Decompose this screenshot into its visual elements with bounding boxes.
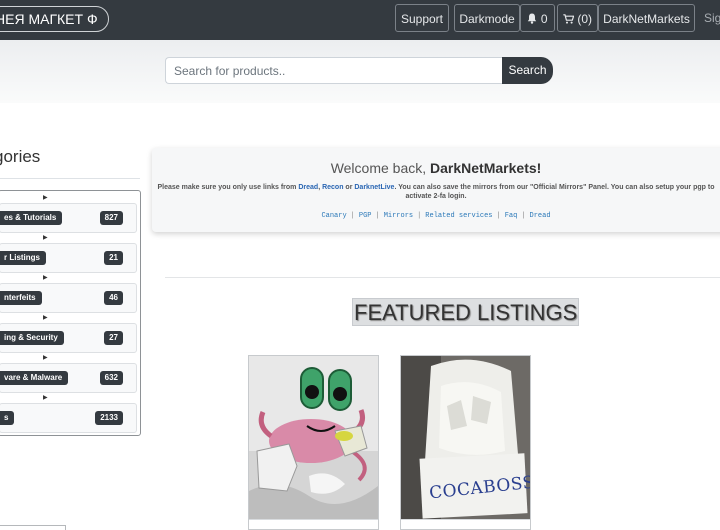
- category-count-badge: 2133: [95, 411, 123, 425]
- crab-cartoon-image[interactable]: [249, 356, 378, 519]
- listing-card[interactable]: COCABOSS: [400, 355, 531, 530]
- dread-link[interactable]: Dread: [298, 184, 318, 191]
- cart-count: (0): [577, 12, 592, 26]
- expand-arrow-icon[interactable]: ▶: [43, 234, 48, 241]
- welcome-username: DarkNetMarkets!: [430, 160, 542, 176]
- category-label: es & Tutorials: [0, 211, 63, 225]
- account-button[interactable]: DarkNetMarkets: [598, 4, 695, 32]
- notice-suffix: . You can also save the mirrors from our…: [394, 184, 715, 200]
- bell-icon: [528, 13, 537, 24]
- category-item[interactable]: s 2133: [0, 403, 137, 433]
- category-label: ing & Security: [0, 331, 64, 345]
- category-count-badge: 21: [104, 251, 123, 265]
- darkmode-button[interactable]: Darkmode: [454, 4, 520, 32]
- link-separator: |: [417, 212, 422, 220]
- listing-card-footer: [249, 519, 378, 529]
- darknetlive-link[interactable]: DarknetLive: [354, 184, 394, 191]
- expand-arrow-icon[interactable]: ▶: [43, 394, 48, 401]
- faq-link[interactable]: Faq: [505, 212, 518, 220]
- search-input[interactable]: [165, 57, 502, 84]
- listing-card[interactable]: [248, 355, 379, 530]
- category-item[interactable]: nterfeits 46: [0, 283, 137, 313]
- categories-panel: ▶ es & Tutorials 827 ▶ r Listings 21 ▶ n…: [0, 190, 141, 436]
- section-divider: [165, 277, 720, 278]
- notice-prefix: Please make sure you only use links from: [157, 184, 299, 191]
- quick-links: Canary | PGP | Mirrors | Related services | Faq |…: [152, 212, 720, 220]
- cart-button[interactable]: (0): [557, 4, 598, 32]
- notice-separator: or: [343, 184, 355, 191]
- expand-arrow-icon[interactable]: ▶: [43, 354, 48, 361]
- expand-arrow-icon[interactable]: ▶: [43, 314, 48, 321]
- category-count-badge: 632: [99, 371, 123, 385]
- top-navbar: НЕЯ МАГКЕТ Ф Support Darkmode 0 (0) Dark…: [0, 0, 720, 40]
- category-label: nterfeits: [0, 291, 42, 305]
- related-services-link[interactable]: Related services: [425, 212, 492, 220]
- categories-heading: gories: [0, 147, 41, 166]
- category-label: s: [0, 411, 15, 425]
- welcome-message: Welcome back, DarkNetMarkets!: [152, 160, 720, 176]
- recon-link[interactable]: Recon: [322, 184, 343, 191]
- brand-logo[interactable]: НЕЯ МАГКЕТ Ф: [0, 6, 109, 32]
- category-count-badge: 27: [104, 331, 123, 345]
- support-button[interactable]: Support: [395, 4, 449, 32]
- category-item[interactable]: r Listings 21: [0, 243, 137, 273]
- category-label: vare & Malware: [0, 371, 69, 385]
- canary-link[interactable]: Canary: [321, 212, 346, 220]
- expand-arrow-icon[interactable]: ▶: [43, 274, 48, 281]
- bottom-tab[interactable]: [0, 525, 66, 530]
- category-count-badge: 827: [99, 211, 123, 225]
- category-item[interactable]: ing & Security 27: [0, 323, 137, 353]
- featured-listings-heading: FEATURED LISTINGS: [352, 298, 580, 326]
- link-separator: |: [375, 212, 380, 220]
- link-separator: |: [521, 212, 526, 220]
- expand-arrow-icon[interactable]: ▶: [43, 194, 48, 201]
- signout-link[interactable]: Sig: [704, 4, 720, 32]
- pgp-link[interactable]: PGP: [359, 212, 372, 220]
- categories-divider: [0, 178, 140, 179]
- link-separator: |: [350, 212, 355, 220]
- welcome-panel: Welcome back, DarkNetMarkets! Please mak…: [152, 148, 720, 232]
- cart-icon: [563, 14, 575, 24]
- notification-count: 0: [540, 12, 548, 26]
- listing-card-footer: [401, 519, 530, 529]
- dread-forum-link[interactable]: Dread: [530, 212, 551, 220]
- link-separator: |: [496, 212, 501, 220]
- notifications-button[interactable]: 0: [520, 4, 555, 32]
- category-item[interactable]: vare & Malware 632: [0, 363, 137, 393]
- welcome-greeting: Welcome back,: [330, 160, 427, 176]
- category-count-badge: 46: [104, 291, 123, 305]
- category-item[interactable]: es & Tutorials 827: [0, 203, 137, 233]
- search-button[interactable]: Search: [502, 57, 553, 84]
- mirrors-link[interactable]: Mirrors: [384, 212, 413, 220]
- mirror-notice: Please make sure you only use links from…: [152, 183, 720, 201]
- category-label: r Listings: [0, 251, 47, 265]
